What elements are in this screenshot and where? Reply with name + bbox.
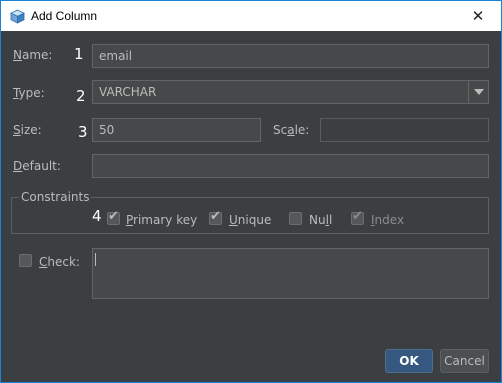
default-input[interactable] [92, 154, 489, 178]
index-checkbox[interactable]: ✔ [351, 209, 364, 225]
null-label[interactable]: Null [309, 213, 332, 227]
scale-label: Scale: [273, 123, 310, 137]
name-label: Name: [13, 48, 53, 62]
close-button[interactable]: ✕ [455, 1, 501, 31]
check-icon: ✔ [352, 209, 363, 224]
primary-key-checkbox[interactable]: ✔ [107, 209, 120, 225]
unique-checkbox[interactable]: ✔ [209, 209, 222, 225]
null-checkbox[interactable] [289, 212, 302, 225]
close-icon: ✕ [471, 7, 485, 25]
check-textarea[interactable] [92, 248, 489, 299]
annotation-2: 2 [76, 87, 86, 105]
check-checkbox[interactable] [19, 254, 32, 267]
annotation-3: 3 [78, 123, 88, 141]
dropdown-toggle[interactable] [468, 81, 488, 103]
annotation-4: 4 [92, 207, 102, 225]
index-label[interactable]: Index [371, 213, 404, 227]
annotation-1: 1 [74, 45, 84, 63]
check-icon: ✔ [108, 209, 119, 224]
size-input[interactable]: 50 [92, 118, 261, 142]
primary-key-label[interactable]: Primary key [126, 213, 197, 227]
ok-button[interactable]: OK [385, 349, 433, 373]
unique-label[interactable]: Unique [229, 213, 271, 227]
default-label: Default: [13, 159, 61, 173]
text-caret [95, 253, 96, 266]
size-label: Size: [13, 123, 42, 137]
title-bar[interactable]: Add Column ✕ [0, 0, 502, 31]
check-icon: ✔ [210, 209, 221, 224]
cancel-button[interactable]: Cancel [440, 349, 489, 373]
scale-input[interactable] [320, 118, 489, 142]
window-title: Add Column [31, 9, 98, 23]
check-label[interactable]: Check: [39, 255, 80, 269]
type-label: Type: [13, 86, 45, 100]
cube-icon [10, 9, 25, 24]
type-select[interactable]: VARCHAR [92, 80, 489, 104]
chevron-down-icon [474, 89, 484, 95]
constraints-title: Constraints [19, 190, 92, 204]
name-input[interactable]: email [92, 44, 489, 68]
type-value: VARCHAR [99, 85, 157, 99]
